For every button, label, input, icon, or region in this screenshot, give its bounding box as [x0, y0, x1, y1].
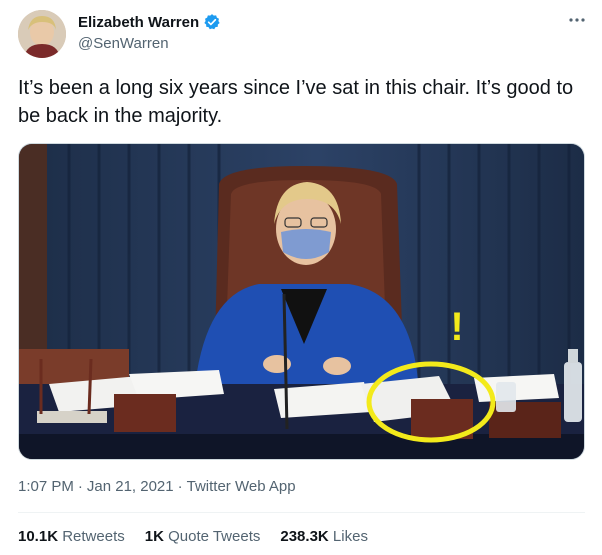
meta-separator: ·	[77, 478, 83, 495]
name-row: Elizabeth Warren	[78, 13, 221, 31]
likes-label: Likes	[332, 528, 368, 545]
divider	[18, 512, 585, 513]
quote-tweets-count: 1K	[144, 528, 164, 545]
senate-chair-photo: !	[19, 144, 584, 459]
tweet-date[interactable]: Jan 21, 2021	[87, 478, 174, 495]
meta-separator: ·	[177, 478, 183, 495]
tweet-photo[interactable]: !	[18, 143, 585, 460]
tweet-meta: 1:07 PM · Jan 21, 2021 · Twitter Web App	[18, 478, 296, 495]
tweet-card: Elizabeth Warren @SenWarren It’s been a …	[0, 0, 602, 555]
exclamation-annotation: !	[450, 305, 463, 349]
retweets-count: 10.1K	[18, 528, 59, 545]
retweets-label: Retweets	[62, 528, 125, 545]
avatar-image	[18, 10, 66, 58]
user-handle[interactable]: @SenWarren	[78, 35, 169, 52]
likes-stat[interactable]: 238.3K Likes	[280, 528, 368, 545]
avatar[interactable]	[18, 10, 66, 58]
tweet-source-app[interactable]: Twitter Web App	[187, 478, 296, 495]
display-name[interactable]: Elizabeth Warren	[78, 14, 199, 31]
more-options-icon[interactable]	[566, 12, 588, 28]
likes-count: 238.3K	[280, 528, 329, 545]
tweet-text: It’s been a long six years since I’ve sa…	[18, 77, 574, 127]
engagement-stats: 10.1K Retweets 1K Quote Tweets 238.3K Li…	[18, 528, 368, 545]
verified-badge-icon	[203, 13, 221, 31]
tweet-time[interactable]: 1:07 PM	[18, 478, 74, 495]
retweets-stat[interactable]: 10.1K Retweets	[18, 528, 125, 545]
quote-tweets-stat[interactable]: 1K Quote Tweets	[145, 528, 261, 545]
quote-tweets-label: Quote Tweets	[168, 528, 261, 545]
